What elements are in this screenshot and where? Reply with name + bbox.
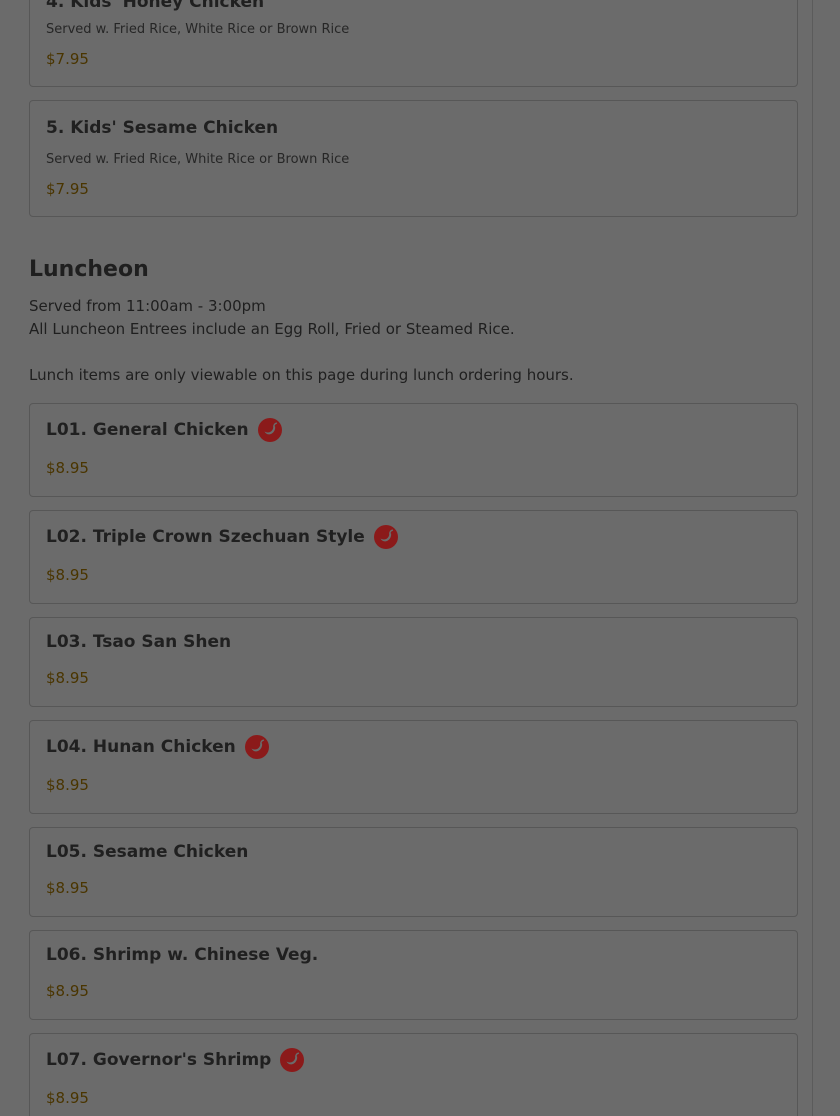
menu-item-name: L01. General Chicken bbox=[46, 420, 249, 440]
menu-item-name: L03. Tsao San Shen bbox=[46, 632, 232, 652]
chili-pepper-icon bbox=[244, 735, 269, 759]
menu-item-card[interactable]: 5. Kids' Sesame Chicken Served w. Fried … bbox=[29, 100, 798, 217]
menu-item-price: $8.95 bbox=[46, 776, 89, 794]
menu-item-price: $8.95 bbox=[46, 982, 89, 1000]
menu-item-card[interactable]: L06. Shrimp w. Chinese Veg. $8.95 bbox=[29, 930, 798, 1020]
chili-pepper-icon bbox=[257, 418, 282, 442]
menu-item-title-row: L01. General Chicken bbox=[46, 418, 282, 442]
menu-item-card[interactable]: L02. Triple Crown Szechuan Style $8.95 bbox=[29, 510, 798, 604]
menu-item-card[interactable]: L01. General Chicken $8.95 bbox=[29, 403, 798, 497]
menu-item-title-row: L04. Hunan Chicken bbox=[46, 735, 269, 759]
menu-item-name: 4. Kids' Honey Chicken bbox=[46, 0, 265, 12]
menu-item-price: $7.95 bbox=[46, 180, 89, 198]
menu-item-price: $8.95 bbox=[46, 879, 89, 897]
menu-item-card[interactable]: L05. Sesame Chicken $8.95 bbox=[29, 827, 798, 917]
menu-item-title-row: L03. Tsao San Shen bbox=[46, 632, 231, 652]
menu-item-name: L07. Governor's Shrimp bbox=[46, 1050, 272, 1070]
menu-item-name: L02. Triple Crown Szechuan Style bbox=[46, 527, 365, 547]
menu-item-price: $7.95 bbox=[46, 50, 89, 68]
menu-item-name: L06. Shrimp w. Chinese Veg. bbox=[46, 945, 319, 965]
menu-item-price: $8.95 bbox=[46, 1089, 89, 1107]
menu-item-card[interactable]: L07. Governor's Shrimp $8.95 bbox=[29, 1033, 798, 1116]
menu-item-name: L04. Hunan Chicken bbox=[46, 737, 236, 757]
scrollbar-track[interactable] bbox=[812, 0, 813, 1116]
chili-pepper-icon bbox=[280, 1048, 305, 1072]
menu-item-title-row: L07. Governor's Shrimp bbox=[46, 1048, 305, 1072]
menu-item-name: L05. Sesame Chicken bbox=[46, 842, 249, 862]
menu-item-title-row: L06. Shrimp w. Chinese Veg. bbox=[46, 945, 318, 965]
menu-item-price: $8.95 bbox=[46, 566, 89, 584]
menu-item-description: Served w. Fried Rice, White Rice or Brow… bbox=[46, 152, 350, 167]
menu-page: 4. Kids' Honey Chicken Served w. Fried R… bbox=[0, 0, 812, 1116]
section-includes: All Luncheon Entrees include an Egg Roll… bbox=[29, 320, 515, 338]
menu-item-name: 5. Kids' Sesame Chicken bbox=[46, 118, 279, 138]
menu-item-price: $8.95 bbox=[46, 459, 89, 477]
menu-item-card[interactable]: 4. Kids' Honey Chicken Served w. Fried R… bbox=[29, 0, 798, 87]
menu-item-title-row: L05. Sesame Chicken bbox=[46, 842, 248, 862]
section-title: Luncheon bbox=[29, 257, 149, 282]
menu-item-card[interactable]: L03. Tsao San Shen $8.95 bbox=[29, 617, 798, 707]
chili-pepper-icon bbox=[373, 525, 398, 549]
menu-item-title-row: L02. Triple Crown Szechuan Style bbox=[46, 525, 398, 549]
menu-item-price: $8.95 bbox=[46, 669, 89, 687]
menu-item-card[interactable]: L04. Hunan Chicken $8.95 bbox=[29, 720, 798, 814]
section-hours: Served from 11:00am - 3:00pm bbox=[29, 297, 266, 315]
menu-item-description: Served w. Fried Rice, White Rice or Brow… bbox=[46, 22, 350, 37]
section-notice: Lunch items are only viewable on this pa… bbox=[29, 366, 574, 384]
